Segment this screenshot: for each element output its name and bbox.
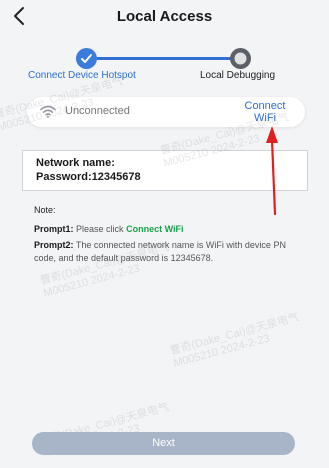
password-row: Password:12345678 [36,171,141,183]
prompt-1-text: Please click [76,224,124,234]
network-name-label: Network name: [36,157,115,169]
local-access-screen: Local Access Connect Device Hotspot Loca… [0,0,329,468]
step-1-indicator [76,48,97,69]
check-icon [81,54,92,63]
step-2-indicator [230,48,251,69]
password-label: Password: [36,171,92,183]
prompt-1-label: Prompt1: [34,224,74,234]
step-2-label: Local Debugging [200,70,276,81]
next-button[interactable]: Next [32,432,295,455]
prompt-connect-wifi-link[interactable]: Connect WiFi [126,224,183,234]
wifi-icon [40,105,56,118]
connect-wifi-label-line1: Connect [244,100,286,112]
page-title: Local Access [116,8,213,25]
header: Local Access [0,0,329,34]
connect-wifi-button[interactable]: Connect WiFi [233,100,297,124]
progress-stepper: Connect Device Hotspot Local Debugging [0,44,329,84]
watermark: 曹奇(Dake_Cai)@天泉电气 M005210 2024-2-23 [168,311,301,370]
pending-dot-icon [234,52,247,65]
wifi-status-card: Unconnected Connect WiFi [27,97,305,127]
prompt-2-label: Prompt2: [34,240,74,250]
note-title: Note: [34,205,56,215]
connect-wifi-label-line2: WiFi [254,112,276,124]
prompt-1: Prompt1: Please click Connect WiFi [34,223,302,236]
step-connector [97,57,232,60]
password-value: 12345678 [91,171,141,183]
wifi-connection-status: Unconnected [65,105,130,117]
prompt-2: Prompt2: The connected network name is W… [34,239,302,265]
network-info-box: Network name: Password:12345678 [22,150,308,191]
step-1-label: Connect Device Hotspot [28,70,136,81]
